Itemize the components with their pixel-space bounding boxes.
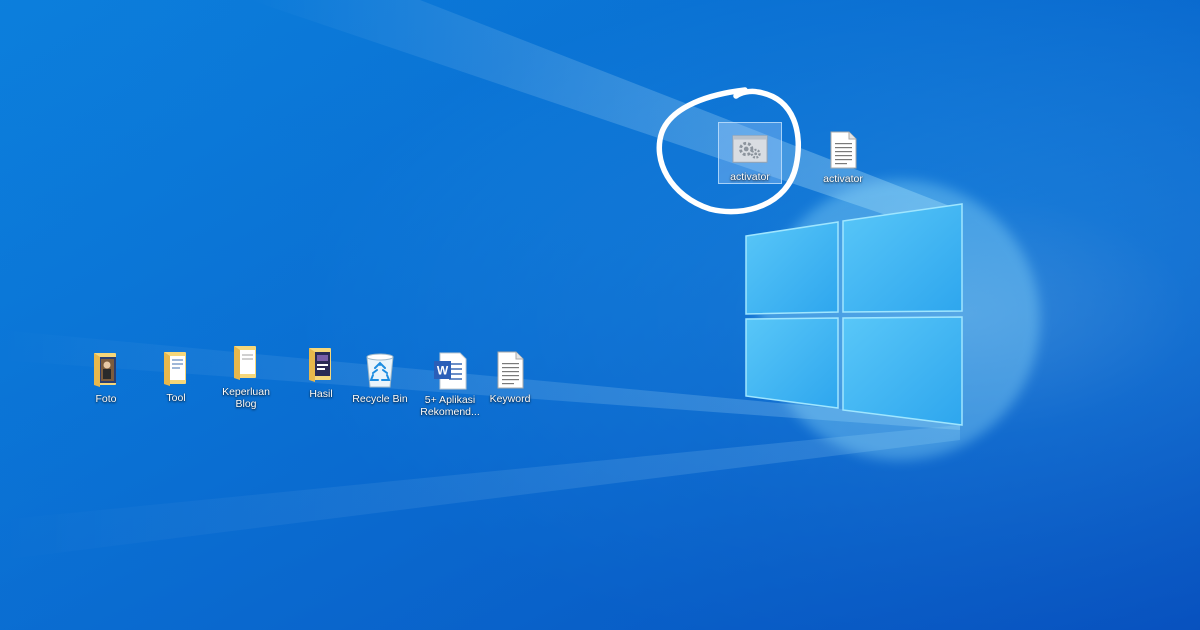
- desktop-icon-keyword[interactable]: Keyword: [475, 350, 545, 405]
- desktop-icon-label: activator: [730, 171, 770, 183]
- desktop-icon-tool[interactable]: Tool: [141, 349, 211, 404]
- desktop-icon-label: Keperluan Blog: [222, 386, 270, 410]
- desktop-icon-foto[interactable]: Foto: [71, 350, 141, 405]
- batch-file-icon: [732, 129, 768, 168]
- windows-wallpaper: [0, 0, 1200, 630]
- recycle-bin-icon: [362, 350, 398, 390]
- folder-icon: [228, 343, 264, 383]
- desktop[interactable]: Foto Tool Keperluan Blog Hasil Recycle B…: [0, 0, 1200, 630]
- desktop-icon-activator-text[interactable]: activator: [808, 130, 878, 185]
- desktop-icon-label: activator: [823, 173, 863, 185]
- desktop-icon-label: Tool: [166, 392, 186, 404]
- folder-photo-icon: [88, 350, 124, 390]
- desktop-icon-label: Recycle Bin: [352, 393, 408, 405]
- desktop-icon-label: Keyword: [489, 393, 531, 405]
- folder-icon: [158, 349, 194, 389]
- desktop-icon-recycle-bin[interactable]: Recycle Bin: [345, 350, 415, 405]
- desktop-icon-label: Foto: [95, 393, 117, 405]
- text-file-icon: [825, 130, 861, 170]
- word-document-icon: W: [432, 351, 468, 391]
- desktop-icon-activator-selected[interactable]: activator: [718, 122, 782, 184]
- text-file-icon: [492, 350, 528, 390]
- desktop-icon-label: 5+ Aplikasi Rekomend...: [420, 394, 480, 418]
- svg-text:W: W: [437, 364, 449, 378]
- desktop-icon-keperluan-blog[interactable]: Keperluan Blog: [211, 343, 281, 410]
- folder-document-icon: [303, 345, 339, 385]
